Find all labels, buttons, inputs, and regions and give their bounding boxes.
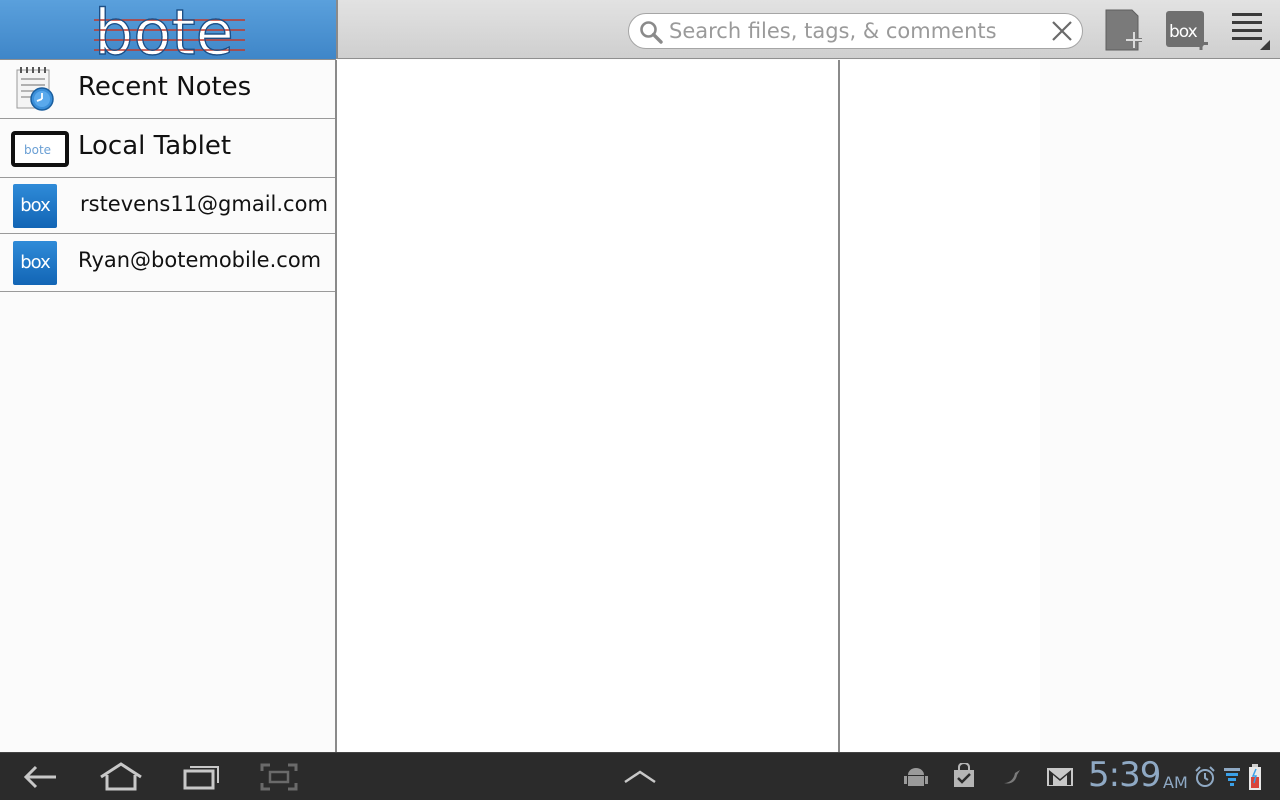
search-field[interactable]: [628, 13, 1083, 49]
system-navigation-bar: 5:39 AM: [0, 752, 1280, 800]
up-arrow-icon[interactable]: [622, 768, 658, 786]
home-icon[interactable]: [98, 761, 144, 793]
twitter-icon: [1004, 770, 1020, 784]
recent-notes-icon: [16, 67, 54, 111]
file-list-panel[interactable]: [337, 60, 840, 752]
new-note-icon[interactable]: [1102, 8, 1146, 52]
svg-text:box: box: [1169, 22, 1198, 42]
new-box-note-button[interactable]: box: [1164, 8, 1208, 52]
search-input[interactable]: [669, 18, 1039, 44]
sidebar-item-label: Ryan@botemobile.com: [78, 248, 322, 272]
preview-panel[interactable]: [840, 60, 1280, 752]
sidebar: Recent Notes bote Local Tablet box rstev…: [0, 60, 337, 752]
sidebar-item-label: rstevens11@gmail.com: [80, 192, 328, 216]
alarm-icon: [1195, 766, 1215, 787]
new-box-note-icon: box: [1166, 11, 1208, 50]
market-icon: [954, 763, 974, 787]
sidebar-item-local-tablet[interactable]: bote Local Tablet: [0, 119, 335, 178]
clock-time: 5:39: [1088, 755, 1161, 795]
clear-icon[interactable]: [1050, 19, 1074, 43]
sidebar-item-recent-notes[interactable]: Recent Notes: [0, 60, 335, 119]
battery-icon: [1249, 764, 1261, 790]
box-icon: box: [13, 184, 57, 228]
box-icon: box: [13, 241, 57, 285]
sidebar-item-label: Local Tablet: [78, 131, 232, 161]
wifi-icon: [1224, 768, 1240, 786]
search-icon: [640, 21, 663, 44]
bote-logo: bote bote: [93, 0, 245, 59]
gmail-icon: [1047, 768, 1073, 786]
svg-text:bote: bote: [24, 143, 51, 157]
app-logo-header: bote bote: [0, 0, 336, 60]
preview-panel-shade: [1040, 60, 1280, 752]
sidebar-item-box-account-2[interactable]: box Ryan@botemobile.com: [0, 234, 335, 292]
sidebar-item-box-account-1[interactable]: box rstevens11@gmail.com: [0, 178, 335, 234]
sidebar-item-label: Recent Notes: [78, 72, 252, 102]
svg-text:bote: bote: [94, 0, 234, 59]
back-icon[interactable]: [22, 763, 60, 791]
overflow-menu-icon[interactable]: [1228, 8, 1272, 52]
clock-ampm: AM: [1163, 773, 1188, 792]
recent-apps-icon[interactable]: [182, 763, 220, 791]
android-debug-icon: [904, 768, 928, 786]
tablet-icon: bote: [11, 131, 69, 167]
screenshot-icon[interactable]: [259, 762, 299, 792]
